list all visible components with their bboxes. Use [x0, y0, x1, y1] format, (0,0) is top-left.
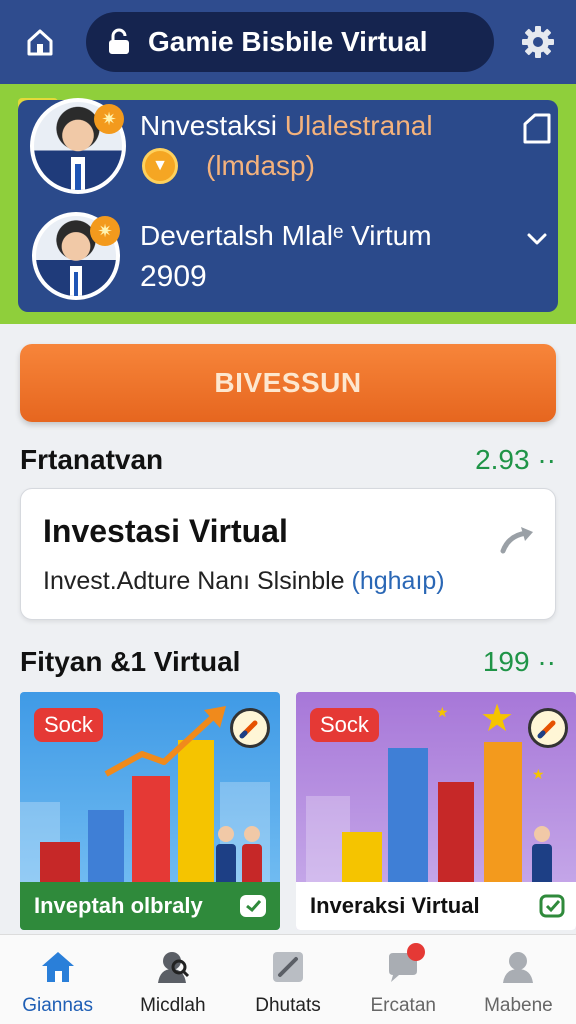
investment-card[interactable]: Investasi Virtual Invest.Adture Nanı Sls… — [20, 488, 556, 620]
app-title-pill: Gamie Bisbile Virtual — [86, 12, 494, 72]
profile-icon — [498, 947, 538, 987]
nav-item-home[interactable]: Giannas — [0, 935, 115, 1024]
profile-section: ✷ Nnvestaksi Ulalestranal ▼ (lmdasp) ✷ D… — [0, 84, 576, 324]
chevron-down-icon[interactable] — [524, 226, 550, 252]
top-bar: Gamie Bisbile Virtual — [0, 0, 576, 84]
coin-icon: ▼ — [142, 148, 178, 184]
star-icon: ★ — [480, 698, 515, 740]
home-icon — [27, 29, 53, 56]
profile-row1-title-part1: Nnvestaksi — [140, 110, 277, 141]
profile-row2-title: Devertalsh Mlalᵉ Virtum — [140, 220, 432, 251]
trend-arrow-icon — [104, 706, 226, 777]
investment-card-text: Invest.Adture Nanı Slsinble — [43, 567, 345, 595]
section1-value[interactable]: 2.93 ·· — [475, 444, 556, 476]
user-icon — [153, 947, 193, 987]
profile-row1-title-part2: Ulalestranal — [284, 110, 433, 141]
chart-bar — [40, 842, 80, 882]
profile-row2-value: 2909 — [140, 260, 207, 293]
settings-button[interactable] — [516, 20, 560, 64]
nav-item-profile[interactable]: Mabene — [461, 935, 576, 1024]
nav-label: Ercatan — [370, 995, 436, 1016]
profile-row1-title: Nnvestaksi Ulalestranal — [140, 110, 433, 142]
star-icon: ★ — [532, 766, 545, 782]
lock-icon — [104, 27, 134, 57]
ticket-icon[interactable] — [238, 892, 268, 920]
edit-icon — [268, 947, 308, 987]
primary-cta-label: BIVESSUN — [214, 367, 362, 398]
nav-label: Dhutats — [255, 995, 321, 1016]
nav-item-edit[interactable]: Dhutats — [230, 935, 345, 1024]
section2-heading: Fityan &1 Virtual — [20, 646, 241, 677]
chat-icon — [383, 943, 426, 987]
sun-badge-icon: ✷ — [90, 216, 120, 246]
chart-bar — [88, 810, 124, 882]
game-tile-2[interactable]: ★ ★ ★ Sock Inveraksi Virtual — [296, 692, 576, 930]
nav-item-user[interactable]: Micdlah — [115, 935, 230, 1024]
primary-cta-button[interactable]: BIVESSUN — [20, 344, 556, 422]
tile-footer: Inveptah olbraly — [20, 882, 280, 930]
gear-icon — [522, 26, 554, 58]
app-title: Gamie Bisbile Virtual — [148, 26, 428, 57]
pen-icon[interactable] — [230, 708, 270, 748]
chart-bar — [342, 832, 382, 882]
profile-row1-subtitle: (lmdasp) — [206, 150, 315, 181]
investment-card-description: Invest.Adture Nanı Slsinble (hghaıp) — [43, 567, 445, 596]
star-icon: ★ — [436, 704, 449, 720]
chart-bar — [484, 742, 522, 882]
nav-item-chat[interactable]: Ercatan — [346, 935, 461, 1024]
pen-icon[interactable] — [528, 708, 568, 748]
person-figure — [532, 826, 552, 882]
tile-label: Inveraksi Virtual — [310, 893, 480, 918]
profile-card[interactable]: ✷ Nnvestaksi Ulalestranal ▼ (lmdasp) ✷ D… — [18, 98, 558, 312]
chart-bar — [438, 782, 474, 882]
person-figure — [216, 826, 236, 882]
tile-tag: Sock — [34, 708, 103, 742]
home-button[interactable] — [20, 22, 60, 62]
game-tile-1[interactable]: Sock Inveptah olbraly — [20, 692, 280, 930]
nav-label: Giannas — [22, 995, 93, 1016]
investment-card-highlight: (hghaıp) — [351, 567, 445, 595]
person-figure — [242, 826, 262, 882]
tag-outline-icon[interactable] — [520, 112, 554, 146]
investment-card-title: Investasi Virtual — [43, 513, 288, 549]
nav-label: Mabene — [484, 995, 553, 1016]
section1-heading: Frtanatvan — [20, 444, 164, 475]
home-icon — [38, 947, 78, 987]
sun-badge-icon: ✷ — [94, 104, 124, 134]
tile-label: Inveptah olbraly — [34, 893, 203, 918]
bottom-navigation: Giannas Micdlah Dhutats Ercatan Mabene — [0, 934, 576, 1024]
nav-label: Micdlah — [140, 995, 206, 1016]
tile-tag: Sock — [310, 708, 379, 742]
notification-dot — [407, 943, 426, 961]
section2-value[interactable]: 199 ·· — [483, 646, 556, 678]
chart-bar — [132, 776, 170, 882]
chart-bar — [388, 748, 428, 882]
tile-footer: Inveraksi Virtual — [296, 882, 576, 930]
ticket-icon[interactable] — [538, 892, 568, 920]
arrow-up-right-icon — [500, 527, 533, 554]
